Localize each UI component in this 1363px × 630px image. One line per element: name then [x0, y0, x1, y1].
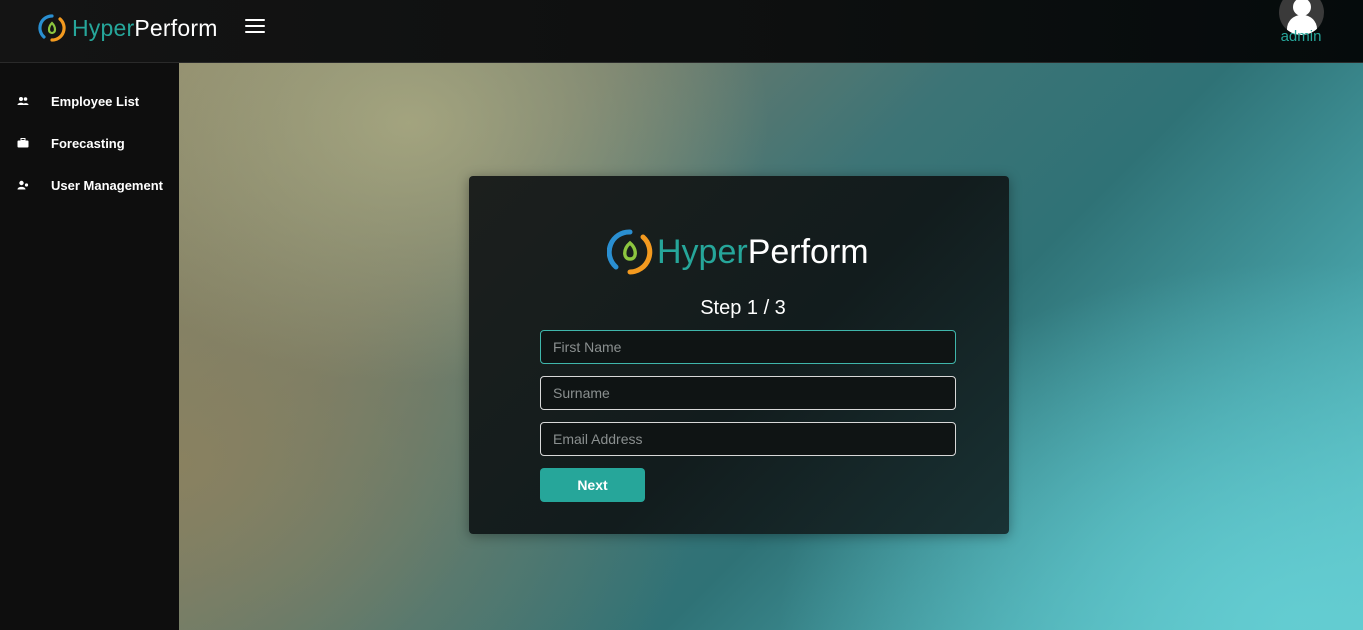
brand-name: HyperPerform [72, 14, 218, 41]
username-label: admin [1280, 28, 1322, 45]
step-indicator: Step 1 / 3 [700, 297, 786, 319]
user-menu[interactable]: admin [1272, 0, 1330, 50]
sidebar-item-label: User Management [51, 177, 163, 193]
card-brand-name-perform: Perform [747, 233, 869, 271]
user-settings-icon [17, 180, 29, 190]
card-brand: HyperPerform [607, 226, 869, 278]
registration-card: HyperPerform Step 1 / 3 Next [469, 176, 1009, 534]
sidebar-item-label: Forecasting [51, 135, 125, 151]
brand-name-perform: Perform [134, 14, 218, 41]
briefcase-icon [17, 138, 29, 148]
brand-logo-link[interactable]: HyperPerform [38, 11, 218, 45]
sidebar-item-forecasting[interactable]: Forecasting [0, 128, 179, 158]
first-name-input[interactable] [540, 330, 956, 364]
card-brand-name-hyper: Hyper [657, 233, 748, 271]
sidebar: Employee List Forecasting User Managemen… [0, 63, 179, 630]
surname-input[interactable] [540, 376, 956, 410]
card-brand-name: HyperPerform [657, 235, 869, 269]
brand-name-hyper: Hyper [72, 14, 135, 41]
hamburger-icon-line [245, 31, 265, 33]
hamburger-menu-button[interactable] [245, 19, 265, 35]
sidebar-item-user-management[interactable]: User Management [0, 170, 179, 200]
hyperperform-logo-icon [38, 14, 66, 42]
sidebar-item-label: Employee List [51, 93, 140, 109]
hamburger-icon-line [245, 19, 265, 21]
hamburger-icon-line [245, 25, 265, 27]
top-navbar: HyperPerform admin [0, 0, 1363, 63]
hyperperform-logo-icon [607, 229, 653, 275]
sidebar-item-employee-list[interactable]: Employee List [0, 86, 179, 116]
next-button[interactable]: Next [540, 468, 645, 502]
email-address-input[interactable] [540, 422, 956, 456]
users-icon [17, 97, 29, 105]
